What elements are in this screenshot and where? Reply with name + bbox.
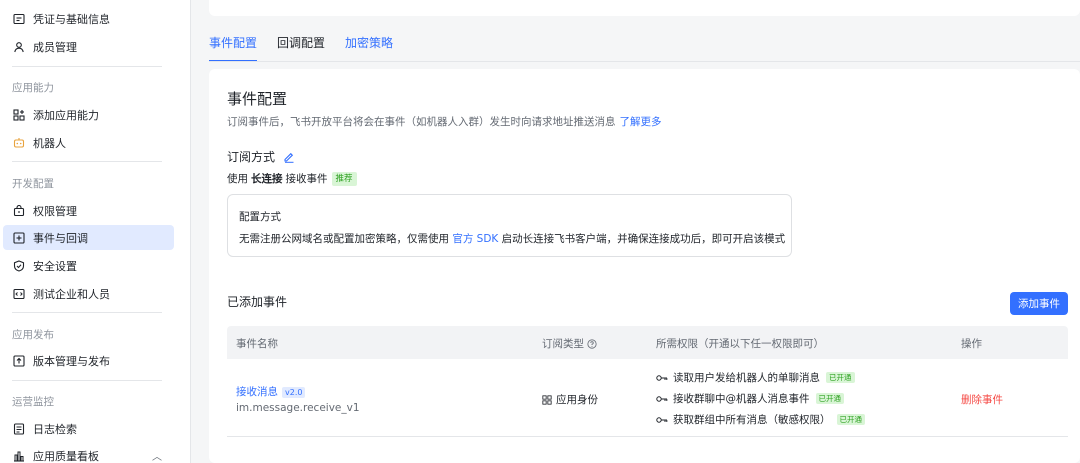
config-text-after: 启动长连接飞书客户端，并确保连接成功后，即可开启该模式 xyxy=(501,233,786,245)
sidebar-item-label: 测试企业和人员 xyxy=(33,287,110,301)
mode-name: 长连接 xyxy=(251,173,283,185)
sidebar-item-label: 权限管理 xyxy=(33,204,77,218)
version-badge: v2.0 xyxy=(282,387,306,398)
enabled-badge: 已开通 xyxy=(836,414,865,425)
sidebar-item-events[interactable]: 事件与回调 xyxy=(3,225,174,250)
delete-event-button[interactable]: 删除事件 xyxy=(961,392,1003,407)
sidebar-item-permissions[interactable]: 权限管理 xyxy=(3,198,174,223)
sidebar-group-label: 运营监控 xyxy=(12,396,54,408)
sidebar-item-label: 添加应用能力 xyxy=(33,108,99,122)
recommend-badge: 推荐 xyxy=(331,171,357,186)
key-icon xyxy=(656,395,668,403)
sidebar-item-label: 日志检索 xyxy=(33,422,77,436)
sidebar-divider xyxy=(12,312,162,313)
chevron-up-icon[interactable]: ︿ xyxy=(152,448,162,463)
sidebar-item-logs[interactable]: 日志检索 xyxy=(3,416,174,441)
user-icon xyxy=(13,41,25,53)
robot-icon xyxy=(13,137,25,149)
page-title: 事件配置 xyxy=(227,90,288,108)
shield-icon xyxy=(13,259,25,272)
tab-bar: 事件配置 回调配置 加密策略 xyxy=(209,34,413,62)
sidebar-item-robot[interactable]: 机器人 xyxy=(3,130,174,155)
enabled-badge: 已开通 xyxy=(815,393,844,404)
subscription-type-cell: 应用身份 xyxy=(542,392,598,407)
key-icon xyxy=(656,374,668,382)
header-actions: 操作 xyxy=(961,338,982,350)
sidebar-item-label: 版本管理与发布 xyxy=(33,354,110,368)
sidebar-item-label: 事件与回调 xyxy=(33,231,88,245)
description-text: 订阅事件后，飞书开放平台将会在事件（如机器人入群）发生时向请求地址推送消息 xyxy=(227,116,616,128)
tab-callback-config[interactable]: 回调配置 xyxy=(277,34,325,58)
mode-prefix: 使用 xyxy=(227,173,248,185)
permission-item: 获取群组中所有消息（敏感权限） 已开通 xyxy=(656,412,865,427)
sidebar-group-label: 开发配置 xyxy=(12,178,54,190)
config-method-box: 配置方式 无需注册公网域名或配置加密策略，仅需使用 官方 SDK 启动长连接飞书… xyxy=(227,194,792,257)
config-text-before: 无需注册公网域名或配置加密策略，仅需使用 xyxy=(239,233,449,245)
sidebar-item-credentials[interactable]: 凭证与基础信息 xyxy=(3,6,174,31)
sidebar-group-label: 应用能力 xyxy=(12,82,54,94)
page-description: 订阅事件后，飞书开放平台将会在事件（如机器人入群）发生时向请求地址推送消息 了解更… xyxy=(227,114,662,129)
permission-item: 接收群聊中@机器人消息事件 已开通 xyxy=(656,391,844,406)
tab-divider xyxy=(209,61,1080,62)
tab-encryption-policy[interactable]: 加密策略 xyxy=(345,34,393,58)
permission-label: 获取群组中所有消息（敏感权限） xyxy=(673,414,831,426)
sidebar-item-security[interactable]: 安全设置 xyxy=(3,253,174,278)
learn-more-link[interactable]: 了解更多 xyxy=(620,116,662,128)
sidebar-item-label: 成员管理 xyxy=(33,40,77,54)
help-icon[interactable] xyxy=(587,338,597,349)
key-icon xyxy=(656,416,668,424)
sidebar-item-label: 机器人 xyxy=(33,136,66,150)
edit-icon[interactable] xyxy=(283,151,295,163)
tab-event-config[interactable]: 事件配置 xyxy=(209,34,258,62)
header-required-permissions: 所需权限（开通以下任一权限即可） xyxy=(656,338,824,350)
sidebar: 凭证与基础信息 成员管理 应用能力 添加应用能力 机器人 开发配置 权限管理 事… xyxy=(0,0,191,463)
lock-icon xyxy=(13,204,25,217)
sidebar-item-add-capability[interactable]: 添加应用能力 xyxy=(3,102,174,127)
apps-add-icon xyxy=(13,108,25,121)
sidebar-item-label: 应用质量看板 xyxy=(33,449,99,463)
top-card xyxy=(209,0,1080,16)
header-type-label: 订阅类型 xyxy=(542,338,584,350)
sidebar-divider xyxy=(12,380,162,381)
official-sdk-link[interactable]: 官方 SDK xyxy=(452,233,498,245)
header-subscription-type: 订阅类型 xyxy=(542,336,597,351)
table-header: 事件名称 订阅类型 所需权限（开通以下任一权限即可） 操作 xyxy=(227,326,1068,359)
event-name-link[interactable]: 接收消息 xyxy=(236,386,278,398)
subscribe-mode-title: 订阅方式 xyxy=(227,150,276,164)
subscription-type: 应用身份 xyxy=(556,394,598,406)
mode-suffix: 接收事件 xyxy=(285,173,328,185)
credential-icon xyxy=(13,13,25,25)
enabled-badge: 已开通 xyxy=(826,372,855,383)
subscribe-mode-line: 使用 长连接 接收事件 推荐 xyxy=(227,171,357,186)
log-icon xyxy=(13,422,25,435)
sidebar-item-test-tenant[interactable]: 测试企业和人员 xyxy=(3,281,174,306)
table-row: 接收消息 v2.0 im.message.receive_v1 应用身份 读取用户… xyxy=(227,359,1068,437)
header-event-name: 事件名称 xyxy=(236,338,278,350)
sidebar-item-label: 安全设置 xyxy=(33,259,77,273)
event-code: im.message.receive_v1 xyxy=(236,402,360,414)
grid-icon xyxy=(542,394,552,405)
sidebar-group-label: 应用发布 xyxy=(12,329,54,341)
config-method-title: 配置方式 xyxy=(239,211,281,223)
config-method-text: 无需注册公网域名或配置加密策略，仅需使用 官方 SDK 启动长连接飞书客户端，并… xyxy=(239,231,785,246)
sidebar-item-quality-board[interactable]: 应用质量看板 ︿ xyxy=(3,443,174,463)
sidebar-divider xyxy=(12,66,162,67)
sidebar-divider xyxy=(12,161,162,162)
main-card: 事件配置 订阅事件后，飞书开放平台将会在事件（如机器人入群）发生时向请求地址推送… xyxy=(209,69,1080,463)
event-icon xyxy=(13,231,25,244)
permission-item: 读取用户发给机器人的单聊消息 已开通 xyxy=(656,370,855,385)
upload-icon xyxy=(13,354,25,367)
sidebar-item-release[interactable]: 版本管理与发布 xyxy=(3,348,174,373)
add-event-button[interactable]: 添加事件 xyxy=(1010,292,1068,315)
permission-label: 接收群聊中@机器人消息事件 xyxy=(673,393,810,405)
chart-icon xyxy=(13,450,25,462)
sidebar-item-label: 凭证与基础信息 xyxy=(33,12,110,26)
test-icon xyxy=(13,288,25,300)
subscribe-mode-heading: 订阅方式 xyxy=(227,148,295,165)
sidebar-item-members[interactable]: 成员管理 xyxy=(3,34,174,59)
permission-label: 读取用户发给机器人的单聊消息 xyxy=(673,372,820,384)
event-name-cell: 接收消息 v2.0 xyxy=(236,384,306,399)
added-events-title: 已添加事件 xyxy=(227,295,288,309)
